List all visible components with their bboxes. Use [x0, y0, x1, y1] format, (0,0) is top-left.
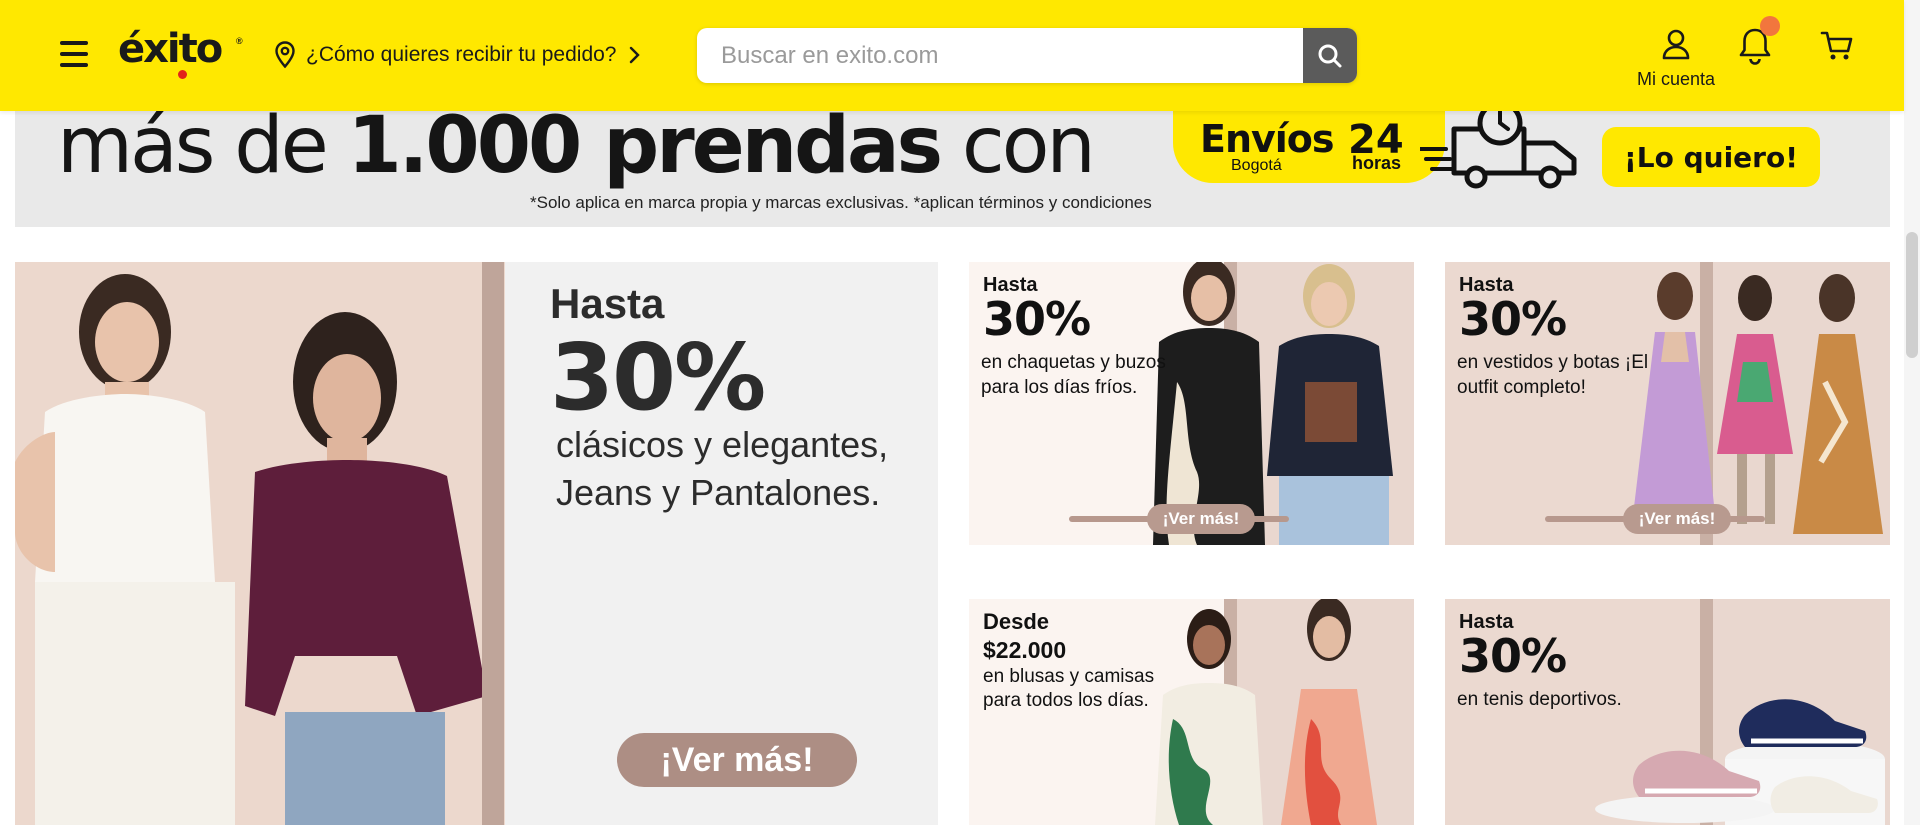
promo-description: en blusas y camisas para todos los días.: [983, 666, 1155, 711]
promo-description: en chaquetas y buzos para los días fríos…: [981, 352, 1166, 398]
envios-text: Envíos: [1200, 117, 1335, 161]
promo-percent: 30%: [1459, 629, 1567, 683]
lo-quiero-button[interactable]: ¡Lo quiero!: [1602, 127, 1820, 187]
promo-line-2: Jeans y Pantalones.: [556, 472, 881, 513]
search-button[interactable]: [1303, 28, 1357, 83]
hours-word: horas: [1352, 153, 1402, 173]
account-label: Mi cuenta: [1636, 69, 1716, 89]
banner-headline-light: más de: [57, 111, 329, 191]
promo-hasta: Hasta: [550, 280, 665, 327]
models-jackets-illustration: [1153, 262, 1393, 545]
promo-classic-jeans[interactable]: Hasta 30% clásicos y elegantes, Jeans y …: [15, 262, 938, 825]
search-input[interactable]: [697, 28, 1302, 83]
delivery-selector[interactable]: ¿Cómo quieres recibir tu pedido?: [274, 40, 641, 70]
promo-percent: 30%: [983, 292, 1091, 346]
notifications-button[interactable]: [1738, 16, 1780, 68]
site-header: éxito ® ¿Cómo quieres recibir tu pedido?…: [0, 0, 1904, 111]
promo-percent: 30%: [550, 324, 766, 431]
models-blouses-illustration: [1155, 599, 1377, 825]
banner-disclaimer: *Solo aplica en marca propia y marcas ex…: [530, 193, 1152, 212]
promo-percent: 30%: [1459, 292, 1567, 346]
user-icon: [1662, 29, 1690, 60]
notification-badge: [1760, 16, 1780, 36]
shipping-promo-banner[interactable]: más de 1.000 prendas con Envíos Bogotá 2…: [15, 111, 1890, 227]
search-bar: [697, 28, 1357, 83]
models-illustration: [15, 274, 487, 825]
logo-registered-mark: ®: [236, 36, 243, 46]
banner-headline: más de 1.000 prendas con: [57, 111, 1096, 191]
page-scrollbar-track: [1904, 0, 1920, 825]
cart-button[interactable]: [1820, 30, 1854, 62]
promo-blusas[interactable]: Desde $22.000 en blusas y camisas para t…: [969, 599, 1414, 825]
location-pin-icon: [275, 41, 295, 69]
ver-mas-button[interactable]: ¡Ver más!: [1147, 504, 1255, 534]
logo-dot: [178, 70, 187, 79]
promo-vestidos[interactable]: Hasta 30% en vestidos y botas ¡El outfit…: [1445, 262, 1890, 545]
page-scrollbar-thumb[interactable]: [1906, 232, 1918, 358]
cart-icon: [1820, 31, 1853, 60]
promo-stripe: [482, 262, 504, 825]
models-dresses-illustration: [1631, 272, 1883, 534]
chevron-right-icon: [629, 46, 640, 64]
promo-tenis[interactable]: Hasta 30% en tenis deportivos.: [1445, 599, 1890, 825]
ver-mas-button[interactable]: ¡Ver más!: [1623, 504, 1731, 534]
account-button[interactable]: Mi cuenta: [1630, 28, 1722, 90]
promo-chaquetas[interactable]: Hasta 30% en chaquetas y buzos para los …: [969, 262, 1414, 545]
logo-text: éxito: [118, 26, 223, 72]
ver-mas-button[interactable]: ¡Ver más!: [617, 733, 857, 787]
promo-desde: Desde: [983, 609, 1050, 634]
logo[interactable]: éxito ®: [0, 0, 250, 111]
promo-description: en vestidos y botas ¡El outfit completo!: [1457, 352, 1649, 398]
sneakers-illustration: [1595, 699, 1885, 825]
delivery-truck-icon: [1420, 111, 1577, 189]
promo-description: en tenis deportivos.: [1457, 689, 1622, 710]
banner-headline-tail: con: [961, 111, 1096, 191]
promo-price: $22.000: [983, 637, 1067, 663]
promo-line-1: clásicos y elegantes,: [556, 424, 889, 465]
search-icon: [1318, 44, 1342, 67]
banner-headline-bold: 1.000 prendas: [347, 111, 944, 191]
bogota-text: Bogotá: [1231, 157, 1282, 174]
delivery-label: ¿Cómo quieres recibir tu pedido?: [306, 43, 617, 66]
